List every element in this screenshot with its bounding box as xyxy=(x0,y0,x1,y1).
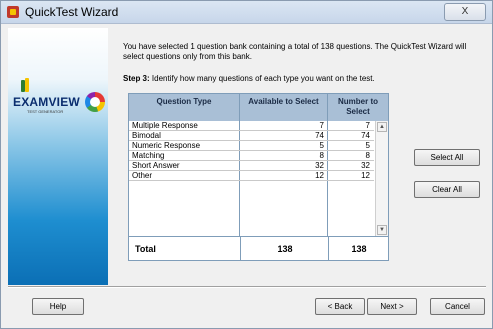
total-row: Total 138 138 xyxy=(129,236,388,260)
select-all-button[interactable]: Select All xyxy=(414,149,480,166)
table-row[interactable]: Bimodal 74 74 xyxy=(129,131,374,141)
cell-number-to-select[interactable]: 7 xyxy=(328,121,370,130)
step-instruction: Step 3: Identify how many questions of e… xyxy=(123,74,375,83)
sidebar-banner: EXAMVIEW TEST GENERATOR xyxy=(8,28,108,285)
cell-available: 5 xyxy=(319,141,324,150)
back-button[interactable]: < Back xyxy=(315,298,365,315)
logo-swirl-icon xyxy=(85,92,105,112)
scroll-up-icon[interactable]: ▲ xyxy=(377,122,387,132)
logo-subtitle: TEST GENERATOR xyxy=(27,109,64,114)
app-icon xyxy=(7,6,19,18)
column-header-question-type[interactable]: Question Type xyxy=(129,94,240,121)
footer-divider xyxy=(8,286,486,288)
cell-available: 8 xyxy=(319,151,324,160)
scroll-down-icon[interactable]: ▼ xyxy=(377,225,387,235)
cell-question-type: Other xyxy=(132,171,153,180)
table-row[interactable]: Other 12 12 xyxy=(129,171,374,181)
question-type-grid: Question Type Available to Select Number… xyxy=(128,93,389,261)
title-bar: QuickTest Wizard X xyxy=(1,1,492,24)
cell-available: 32 xyxy=(315,161,324,170)
close-button[interactable]: X xyxy=(444,3,486,21)
column-header-number-to-select[interactable]: Number to Select xyxy=(328,94,388,121)
step-label: Step 3: xyxy=(123,74,150,83)
cell-number-to-select[interactable]: 12 xyxy=(328,171,370,180)
cell-question-type: Short Answer xyxy=(132,161,180,170)
cancel-button[interactable]: Cancel xyxy=(430,298,485,315)
table-row[interactable]: Matching 8 8 xyxy=(129,151,374,161)
help-button[interactable]: Help xyxy=(32,298,84,315)
next-button[interactable]: Next > xyxy=(367,298,417,315)
cell-question-type: Numeric Response xyxy=(132,141,201,150)
intro-text: You have selected 1 question bank contai… xyxy=(123,42,467,61)
quicktest-wizard-window: QuickTest Wizard X EXAMVIEW TEST GENERAT… xyxy=(0,0,493,329)
cell-question-type: Bimodal xyxy=(132,131,161,140)
table-row[interactable]: Numeric Response 5 5 xyxy=(129,141,374,151)
cell-available: 74 xyxy=(315,131,324,140)
step-text: Identify how many questions of each type… xyxy=(151,74,375,83)
cell-number-to-select[interactable]: 5 xyxy=(328,141,370,150)
cell-available: 12 xyxy=(315,171,324,180)
table-row[interactable]: Short Answer 32 32 xyxy=(129,161,374,171)
logo-brand: EXAMVIEW xyxy=(13,95,80,109)
clear-all-button[interactable]: Clear All xyxy=(414,181,480,198)
examview-logo: EXAMVIEW TEST GENERATOR xyxy=(13,78,105,118)
cell-question-type: Multiple Response xyxy=(132,121,198,130)
total-available: 138 xyxy=(240,237,329,260)
cell-number-to-select[interactable]: 8 xyxy=(328,151,370,160)
column-header-available[interactable]: Available to Select xyxy=(240,94,328,121)
cell-number-to-select[interactable]: 32 xyxy=(328,161,370,170)
logo-tower-icon xyxy=(21,78,29,92)
window-title: QuickTest Wizard xyxy=(25,5,119,19)
cell-number-to-select[interactable]: 74 xyxy=(328,131,370,140)
table-row[interactable]: Multiple Response 7 7 xyxy=(129,121,374,131)
cell-available: 7 xyxy=(319,121,324,130)
total-number-to-select: 138 xyxy=(328,237,388,260)
grid-scrollbar[interactable]: ▲ ▼ xyxy=(375,121,388,236)
total-label: Total xyxy=(135,244,156,254)
cell-question-type: Matching xyxy=(132,151,165,160)
